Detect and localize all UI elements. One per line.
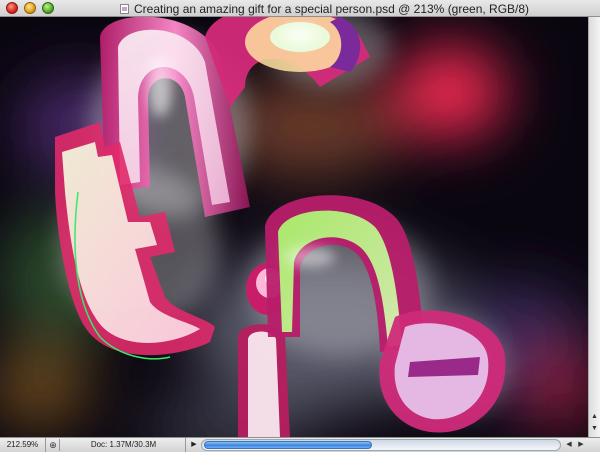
play-arrow-icon[interactable]: ▶ bbox=[188, 438, 200, 452]
window-title: Creating an amazing gift for a special p… bbox=[134, 1, 530, 16]
arrow-left-icon[interactable]: ◀ bbox=[563, 438, 575, 452]
status-bar: 212.59% ⊕ Doc: 1.37M/30.3M ▶ ◀ ▶ bbox=[0, 437, 600, 452]
arrow-down-icon[interactable]: ▼ bbox=[589, 423, 600, 435]
image-canvas[interactable] bbox=[0, 17, 588, 437]
title-group: Creating an amazing gift for a special p… bbox=[120, 0, 590, 17]
title-bar[interactable]: Creating an amazing gift for a special p… bbox=[0, 0, 600, 17]
minimize-button[interactable] bbox=[24, 2, 36, 14]
resize-grip[interactable] bbox=[588, 438, 600, 452]
letter-i-stem bbox=[238, 324, 290, 437]
vertical-scrollbar[interactable]: ▲ ▼ bbox=[588, 17, 600, 437]
info-icon[interactable]: ⊕ bbox=[47, 439, 60, 451]
document-window: Creating an amazing gift for a special p… bbox=[0, 0, 600, 452]
horizontal-scrollbar[interactable] bbox=[201, 439, 561, 451]
document-size-info: Doc: 1.37M/30.3M bbox=[62, 438, 186, 452]
arrow-up-icon[interactable]: ▲ bbox=[589, 411, 600, 423]
close-button[interactable] bbox=[6, 2, 18, 14]
artwork bbox=[0, 17, 588, 437]
zoom-button[interactable] bbox=[42, 2, 54, 14]
zoom-level-field[interactable]: 212.59% bbox=[0, 438, 46, 452]
arrow-right-icon[interactable]: ▶ bbox=[575, 438, 587, 452]
document-icon bbox=[120, 3, 129, 14]
horizontal-scroll-thumb[interactable] bbox=[204, 441, 372, 449]
